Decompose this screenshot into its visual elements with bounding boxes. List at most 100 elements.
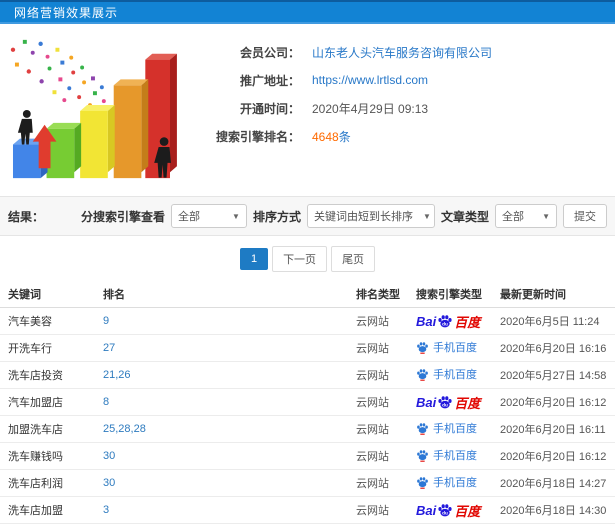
baidu-paw-icon	[417, 422, 428, 435]
baidu-paw-icon	[417, 341, 428, 354]
chevron-down-icon: ▼	[232, 211, 240, 221]
page-button-last[interactable]: 尾页	[331, 246, 376, 272]
page-header: 网络营销效果展示	[0, 0, 615, 24]
rank-type-cell: 云网站	[356, 505, 389, 517]
baidu-mobile-text: 手机百度	[433, 423, 477, 436]
engine-rank-label: 搜索引擎排名：	[215, 129, 300, 144]
table-header-row: 关键词 排名 排名类型 搜索引擎类型 最新更新时间	[0, 280, 615, 308]
engine-filter-select[interactable]: 全部 ▼	[170, 204, 247, 228]
baidu-mobile-logo: 手机百度	[416, 420, 477, 436]
article-type-label: 文章类型	[440, 209, 489, 224]
keyword-cell: 汽车美容	[8, 316, 52, 328]
baidu-paw-icon	[417, 449, 428, 462]
baidu-logo-bai: Bai	[416, 502, 437, 518]
col-header-updated: 最新更新时间	[500, 288, 566, 301]
rank-type-cell: 云网站	[356, 451, 389, 463]
rank-link[interactable]: 30	[103, 477, 115, 489]
col-header-rank: 排名	[103, 288, 125, 301]
updated-cell: 2020年6月20日 16:16	[500, 343, 607, 355]
rank-link[interactable]: 30	[103, 450, 115, 462]
engine-cell: 手机百度	[408, 339, 492, 357]
info-row-promo: 推广地址： https://www.lrtlsd.com	[182, 66, 615, 94]
rank-type-cell: 云网站	[356, 397, 389, 409]
table-row: 加盟洗车店 25,28,28 云网站 手机百度 2020年6月20日 16:11	[0, 416, 615, 443]
baidu-mobile-logo: 手机百度	[416, 339, 477, 355]
rank-link[interactable]: 8	[103, 396, 109, 408]
company-info-list: 会员公司： 山东老人头汽车服务咨询有限公司 推广地址： https://www.…	[182, 30, 615, 188]
rank-link[interactable]: 25,28,28	[103, 423, 146, 435]
engine-filter-label: 分搜索引擎查看	[80, 209, 165, 224]
rank-link[interactable]: 27	[103, 342, 115, 354]
rank-type-cell: 云网站	[356, 424, 389, 436]
baidu-mobile-logo: 手机百度	[416, 447, 477, 463]
engine-cell: Bai du 百度	[408, 501, 492, 520]
svg-text:du: du	[442, 321, 448, 326]
info-row-engine-rank: 搜索引擎排名： 4648条	[182, 122, 615, 150]
table-row: 开洗车行 27 云网站 手机百度 2020年6月20日 16:16	[0, 335, 615, 362]
baidu-logo-text: 百度	[454, 503, 481, 519]
updated-cell: 2020年6月20日 16:12	[500, 397, 607, 409]
table-row: 洗车赚钱吗 30 云网站 手机百度 2020年6月20日 16:12	[0, 443, 615, 470]
rank-link[interactable]: 9	[103, 315, 109, 327]
open-time-label: 开通时间：	[239, 101, 300, 116]
updated-cell: 2020年6月18日 14:27	[500, 478, 607, 490]
baidu-mobile-logo: 手机百度	[416, 366, 477, 382]
rank-type-cell: 云网站	[356, 370, 389, 382]
sort-select[interactable]: 关键词由短到长排序 ▼	[306, 204, 435, 228]
svg-text:du: du	[442, 510, 448, 515]
rank-link[interactable]: 21,26	[103, 369, 131, 381]
results-table: 关键词 排名 排名类型 搜索引擎类型 最新更新时间 汽车美容 9 云网站 Bai…	[0, 280, 615, 524]
keyword-cell: 洗车店利润	[8, 478, 63, 490]
col-header-rank-type: 排名类型	[356, 288, 400, 301]
baidu-mobile-text: 手机百度	[433, 369, 477, 382]
updated-cell: 2020年5月27日 14:58	[500, 370, 607, 382]
bar-orange	[113, 79, 149, 179]
engine-rank-unit: 条	[338, 129, 351, 144]
svg-text:du: du	[442, 402, 448, 407]
rank-link[interactable]: 3	[103, 504, 109, 516]
table-row: 汽车加盟店 8 云网站 Bai du 百度 2020年6月20日 16:12	[0, 389, 615, 416]
baidu-logo-bai: Bai	[416, 394, 437, 410]
page-button-next[interactable]: 下一页	[272, 246, 328, 272]
baidu-mobile-text: 手机百度	[433, 477, 477, 490]
baidu-logo: Bai du 百度	[416, 312, 480, 331]
baidu-mobile-text: 手机百度	[433, 342, 477, 355]
engine-cell: 手机百度	[408, 420, 492, 438]
engine-cell: 手机百度	[408, 447, 492, 465]
rank-type-cell: 云网站	[356, 478, 389, 490]
baidu-paw-icon: du	[438, 504, 452, 517]
engine-cell: 手机百度	[408, 474, 492, 492]
baidu-logo-text: 百度	[454, 395, 481, 411]
baidu-paw-icon	[417, 476, 428, 489]
rank-type-cell: 云网站	[356, 316, 389, 328]
promo-url-link[interactable]: https://www.lrtlsd.com	[312, 73, 428, 87]
filter-controls: 分搜索引擎查看 全部 ▼ 排序方式 关键词由短到长排序 ▼ 文章类型 全部 ▼ …	[81, 204, 607, 228]
page-button-current[interactable]: 1	[239, 248, 269, 270]
baidu-logo-text: 百度	[454, 314, 481, 330]
chevron-down-icon: ▼	[542, 211, 550, 221]
keyword-cell: 开洗车行	[8, 343, 52, 355]
page-title: 网络营销效果展示	[14, 5, 119, 20]
baidu-paw-icon: du	[438, 315, 452, 328]
baidu-mobile-logo: 手机百度	[416, 474, 477, 490]
baidu-logo: Bai du 百度	[416, 501, 480, 520]
pagination: 1 下一页 尾页	[0, 236, 615, 280]
keyword-cell: 汽车加盟店	[8, 397, 63, 409]
confetti-dots	[10, 39, 106, 108]
filter-bar: 结果： 分搜索引擎查看 全部 ▼ 排序方式 关键词由短到长排序 ▼ 文章类型 全…	[0, 196, 615, 236]
rank-type-cell: 云网站	[356, 343, 389, 355]
updated-cell: 2020年6月20日 16:12	[500, 451, 607, 463]
baidu-mobile-text: 手机百度	[433, 450, 477, 463]
keyword-cell: 洗车赚钱吗	[8, 451, 63, 463]
article-type-select[interactable]: 全部 ▼	[495, 204, 557, 228]
submit-button[interactable]: 提交	[563, 204, 607, 228]
baidu-paw-icon	[417, 368, 428, 381]
updated-cell: 2020年6月20日 16:11	[500, 424, 606, 436]
article-type-value: 全部	[502, 211, 524, 223]
member-company-link[interactable]: 山东老人头汽车服务咨询有限公司	[312, 46, 492, 60]
keyword-cell: 洗车店投资	[8, 370, 63, 382]
keyword-cell: 加盟洗车店	[8, 424, 63, 436]
open-time-value: 2020年4月29日 09:13	[312, 101, 429, 116]
info-section: 会员公司： 山东老人头汽车服务咨询有限公司 推广地址： https://www.…	[0, 24, 615, 196]
baidu-paw-icon: du	[438, 396, 452, 409]
